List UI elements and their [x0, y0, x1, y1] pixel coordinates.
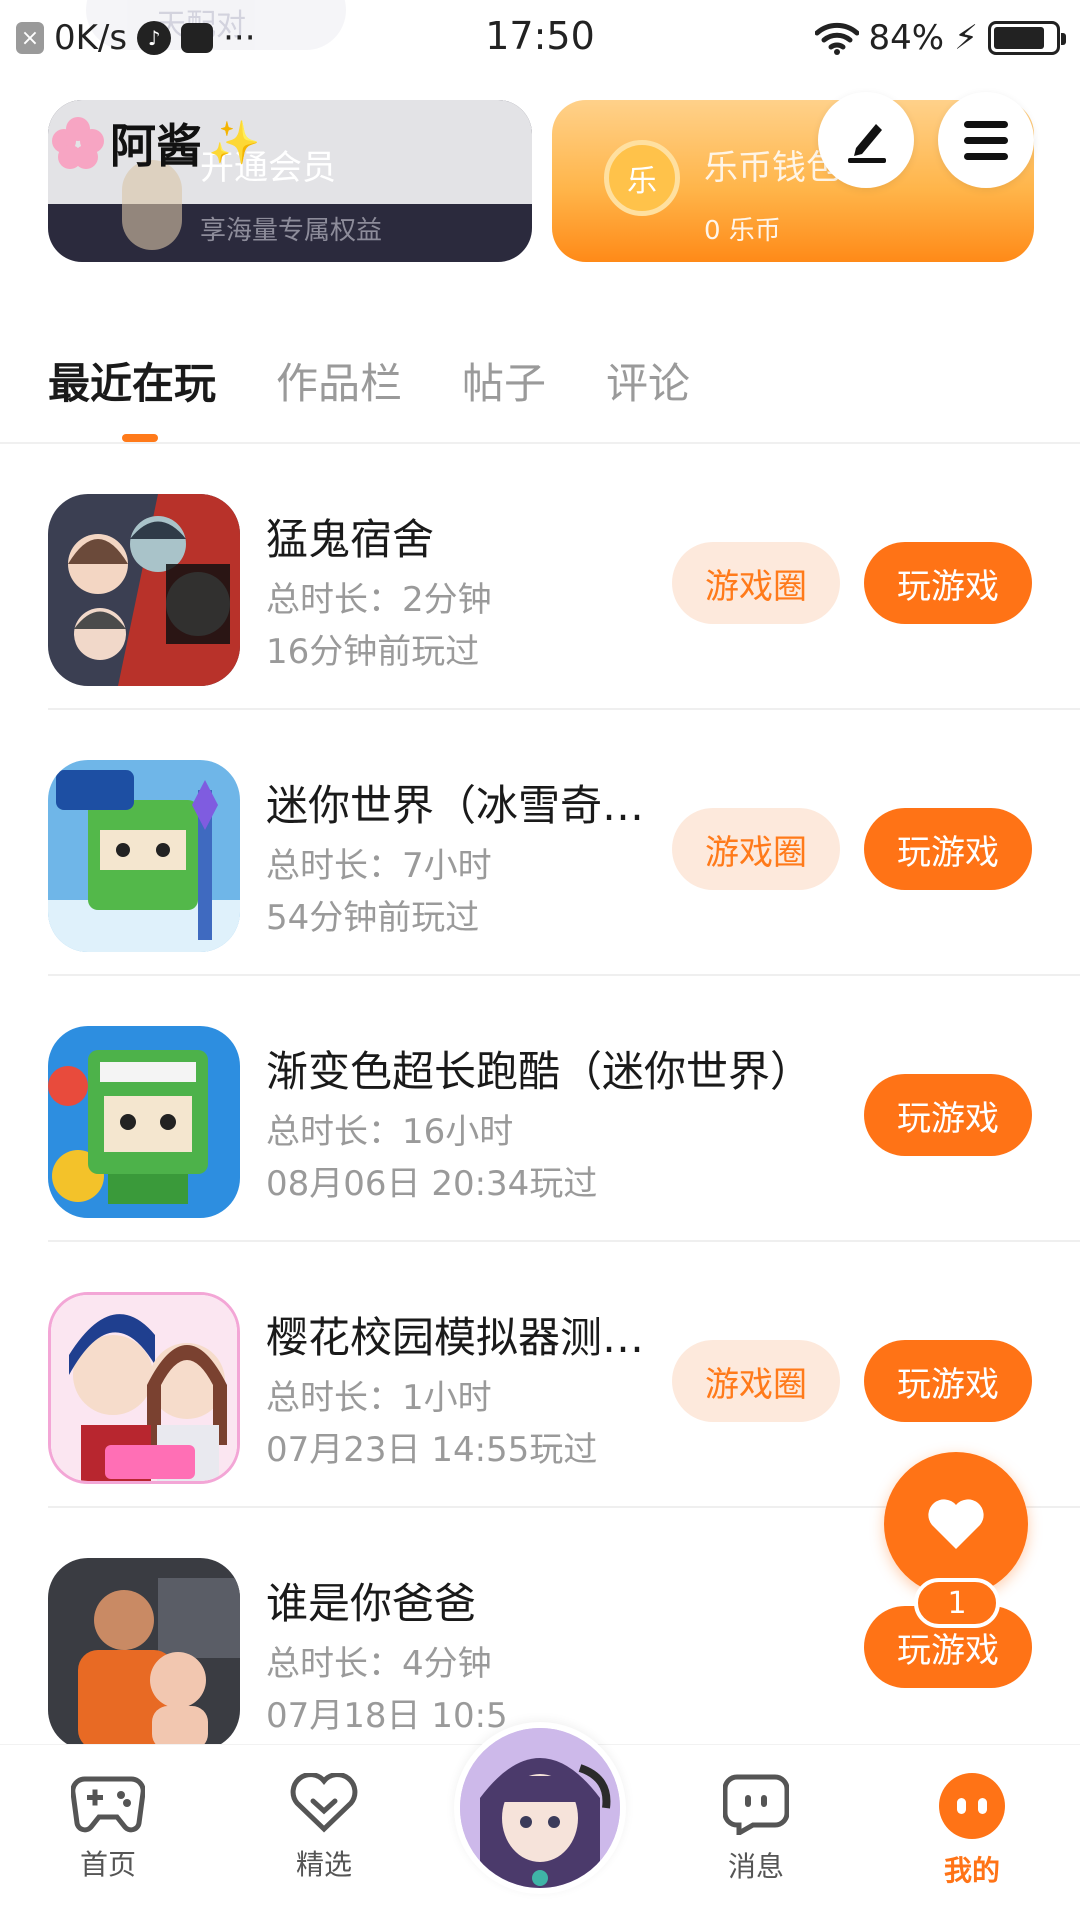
nav-label: 首页: [79, 1848, 136, 1881]
tab-works[interactable]: 作品栏: [276, 350, 402, 411]
username-text: 阿酱: [110, 119, 202, 173]
nav-profile[interactable]: 我的: [892, 1773, 1052, 1889]
game-circle-button[interactable]: 游戏圈: [672, 542, 840, 624]
nav-home[interactable]: 首页: [28, 1773, 188, 1883]
chat-icon: [723, 1774, 789, 1835]
coin-icon: 乐: [604, 140, 680, 216]
game-icon-gradient-parkour[interactable]: [48, 1026, 240, 1218]
edit-profile-button[interactable]: [818, 92, 914, 188]
battery-icon: [988, 21, 1066, 55]
game-icon-ghost-dorm[interactable]: [48, 494, 240, 686]
battery-fill: [994, 27, 1045, 49]
game-duration: 总时长：2分钟: [266, 580, 492, 620]
game-last-played: 07月18日 10:5: [266, 1696, 508, 1736]
game-circle-button[interactable]: 游戏圈: [672, 808, 840, 890]
battery-percent: 84%: [868, 18, 945, 58]
sakura-icon: [52, 117, 104, 169]
avatar: [460, 1728, 620, 1888]
center-avatar-button[interactable]: [454, 1722, 626, 1894]
tab-comments[interactable]: 评论: [606, 350, 690, 411]
heart-outline-icon: [290, 1773, 358, 1833]
nav-label: 消息: [727, 1850, 784, 1883]
game-name: 猛鬼宿舍: [266, 515, 435, 564]
nav-featured[interactable]: 精选: [244, 1773, 404, 1883]
username[interactable]: 阿酱 ✨: [52, 110, 260, 176]
gamepad-icon: [71, 1776, 145, 1833]
game-icon-whos-your-daddy[interactable]: [48, 1558, 240, 1750]
play-game-button[interactable]: 玩游戏: [864, 1074, 1032, 1156]
menu-button[interactable]: [938, 92, 1034, 188]
game-circle-button[interactable]: 游戏圈: [672, 1340, 840, 1422]
game-duration: 总时长：4分钟: [266, 1644, 492, 1684]
vip-subtitle: 享海量专属权益: [200, 216, 383, 246]
game-row[interactable]: 猛鬼宿舍 总时长：2分钟 16分钟前玩过 游戏圈 玩游戏: [48, 444, 1080, 710]
wallet-balance: 0 乐币: [704, 216, 781, 246]
game-name: 谁是你爸爸: [266, 1579, 477, 1628]
game-last-played: 08月06日 20:34玩过: [266, 1164, 598, 1204]
game-duration: 总时长：1小时: [266, 1378, 492, 1418]
sparkle-icon: ✨: [208, 118, 261, 167]
wifi-icon: [814, 22, 859, 55]
play-game-button[interactable]: 玩游戏: [864, 1340, 1032, 1422]
pen-icon: [848, 124, 886, 163]
nav-messages[interactable]: 消息: [676, 1773, 836, 1885]
game-last-played: 07月23日 14:55玩过: [266, 1430, 598, 1470]
game-last-played: 54分钟前玩过: [266, 898, 480, 938]
play-game-button[interactable]: 玩游戏: [864, 808, 1032, 890]
status-bar: × 0K/s ♪ ··· 17:50 84% ⚡: [0, 0, 1080, 74]
status-right: 84% ⚡: [814, 14, 1066, 62]
profile-tabs: 最近在玩 作品栏 帖子 评论: [48, 350, 690, 411]
hamburger-icon: [964, 120, 1008, 160]
tab-indicator: [122, 434, 158, 442]
profile-icon: [939, 1773, 1005, 1839]
favorite-count-badge: 1: [914, 1578, 1000, 1628]
game-name: 渐变色超长跑酷（迷你世界）: [266, 1047, 813, 1096]
heart-icon: [928, 1499, 984, 1549]
play-game-button[interactable]: 玩游戏: [864, 542, 1032, 624]
game-row[interactable]: 迷你世界（冰雪奇… 总时长：7小时 54分钟前玩过 游戏圈 玩游戏: [48, 710, 1080, 976]
nav-label: 我的: [943, 1854, 1000, 1887]
game-name: 樱花校园模拟器测…: [266, 1313, 645, 1362]
nav-label: 精选: [295, 1848, 352, 1881]
game-last-played: 16分钟前玩过: [266, 632, 480, 672]
game-duration: 总时长：16小时: [266, 1112, 514, 1152]
game-row[interactable]: 渐变色超长跑酷（迷你世界） 总时长：16小时 08月06日 20:34玩过 玩游…: [48, 976, 1080, 1242]
game-icon-mini-world-ice[interactable]: [48, 760, 240, 952]
game-icon-sakura-school[interactable]: [48, 1292, 240, 1484]
tab-recent[interactable]: 最近在玩: [48, 350, 216, 411]
charging-icon: ⚡: [954, 18, 978, 58]
game-name: 迷你世界（冰雪奇…: [266, 781, 645, 830]
tab-posts[interactable]: 帖子: [462, 350, 546, 411]
favorite-float-button[interactable]: [884, 1452, 1028, 1596]
game-duration: 总时长：7小时: [266, 846, 492, 886]
